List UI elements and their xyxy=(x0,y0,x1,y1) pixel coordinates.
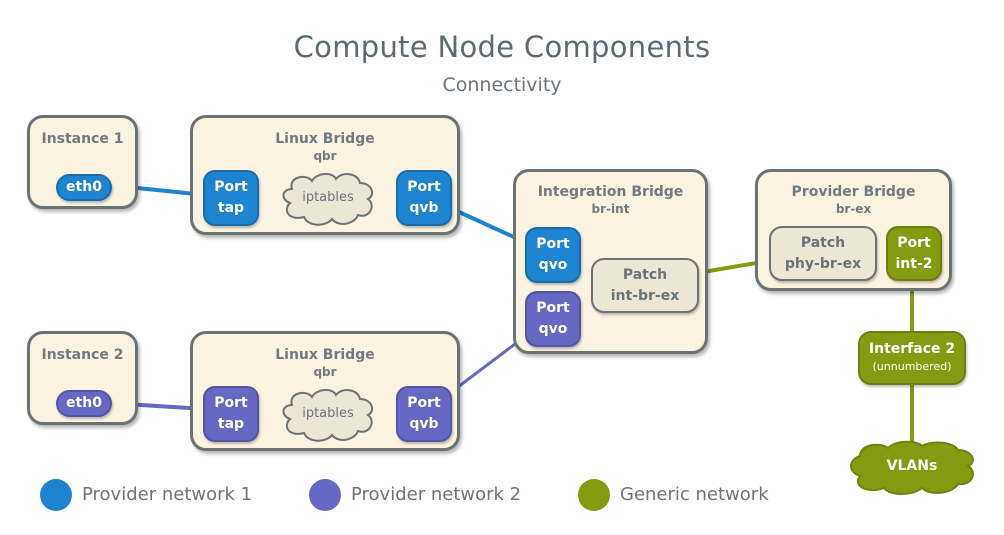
port-qvo-2-line1: Port xyxy=(536,300,570,316)
port-qvb-2-line1: Port xyxy=(407,395,441,411)
integration-bridge-title: Integration Bridge xyxy=(537,184,684,200)
provider-bridge-subtitle: br-ex xyxy=(835,202,872,216)
port-int-2[interactable]: Port int-2 xyxy=(886,226,942,281)
linux-bridge-2-subtitle: qbr xyxy=(313,365,337,379)
patch-phy-br-ex-line1: Patch xyxy=(800,234,846,251)
legend-dot-generic-network xyxy=(578,479,610,511)
interface-2-subtitle: (unnumbered) xyxy=(872,360,952,373)
port-qvo-1-line1: Port xyxy=(536,236,570,252)
interface-2-title: Interface 2 xyxy=(868,341,956,357)
port-int-2-line1: Port xyxy=(897,234,931,251)
instance-2-eth0-port[interactable]: eth0 xyxy=(56,390,112,417)
port-qvb-1-line1: Port xyxy=(407,179,441,195)
patch-phy-br-ex[interactable]: Patch phy-br-ex xyxy=(769,226,877,281)
linux-bridge-1-box[interactable]: Linux Bridge qbr Port tap iptables Port … xyxy=(190,115,460,235)
instance-2-box[interactable]: Instance 2 eth0 xyxy=(27,331,138,425)
interface-2[interactable]: Interface 2 (unnumbered) xyxy=(858,331,966,385)
eth0-label: eth0 xyxy=(66,395,102,411)
linux-bridge-2-box[interactable]: Linux Bridge qbr Port tap iptables Port … xyxy=(190,331,460,451)
port-qvb-1-line2: qvb xyxy=(409,200,439,216)
port-tap-2-line1: Port xyxy=(214,395,248,411)
linux-bridge-1-title: Linux Bridge xyxy=(275,131,375,147)
provider-bridge-title: Provider Bridge xyxy=(791,184,916,200)
linux-bridge-2-title: Linux Bridge xyxy=(275,347,375,363)
instance-1-eth0-port[interactable]: eth0 xyxy=(56,174,112,201)
instance-1-box[interactable]: Instance 1 eth0 xyxy=(27,115,138,209)
iptables-cloud-1[interactable]: iptables xyxy=(278,171,378,227)
patch-int-br-ex[interactable]: Patch int-br-ex xyxy=(591,258,699,313)
eth0-label: eth0 xyxy=(66,179,102,195)
iptables-label-1: iptables xyxy=(302,190,354,205)
legend-dot-provider-network-1 xyxy=(40,479,72,511)
linux-bridge-1-subtitle: qbr xyxy=(313,149,337,163)
legend-label-generic-network: Generic network xyxy=(620,484,769,505)
port-qvo-1[interactable]: Port qvo xyxy=(525,227,581,283)
provider-bridge-box[interactable]: Provider Bridge br-ex Patch phy-br-ex Po… xyxy=(755,169,952,291)
port-qvb-1[interactable]: Port qvb xyxy=(396,170,452,226)
port-int-2-line2: int-2 xyxy=(895,255,933,272)
vlans-cloud[interactable]: VLANs xyxy=(846,438,978,496)
integration-bridge-subtitle: br-int xyxy=(591,202,630,216)
port-tap-1[interactable]: Port tap xyxy=(203,170,259,226)
port-qvo-2-line2: qvo xyxy=(538,321,568,337)
patch-int-br-ex-line2: int-br-ex xyxy=(610,287,680,304)
port-tap-2[interactable]: Port tap xyxy=(203,386,259,442)
patch-int-br-ex-line1: Patch xyxy=(622,266,668,283)
vlans-label: VLANs xyxy=(886,458,938,474)
instance-1-title: Instance 1 xyxy=(41,131,124,147)
instance-2-title: Instance 2 xyxy=(41,347,124,363)
port-qvo-1-line2: qvo xyxy=(538,257,568,273)
port-qvo-2[interactable]: Port qvo xyxy=(525,291,581,347)
iptables-cloud-2[interactable]: iptables xyxy=(278,387,378,443)
patch-phy-br-ex-line2: phy-br-ex xyxy=(784,255,862,272)
integration-bridge-box[interactable]: Integration Bridge br-int Port qvo Port … xyxy=(513,169,708,354)
port-tap-1-line2: tap xyxy=(217,200,245,216)
port-qvb-2-line2: qvb xyxy=(409,416,439,432)
iptables-label-2: iptables xyxy=(302,406,354,421)
port-tap-2-line2: tap xyxy=(217,416,245,432)
legend-dot-provider-network-2 xyxy=(309,479,341,511)
legend-label-provider-network-2: Provider network 2 xyxy=(351,484,522,505)
port-tap-1-line1: Port xyxy=(214,179,248,195)
legend-label-provider-network-1: Provider network 1 xyxy=(82,484,253,505)
port-qvb-2[interactable]: Port qvb xyxy=(396,386,452,442)
